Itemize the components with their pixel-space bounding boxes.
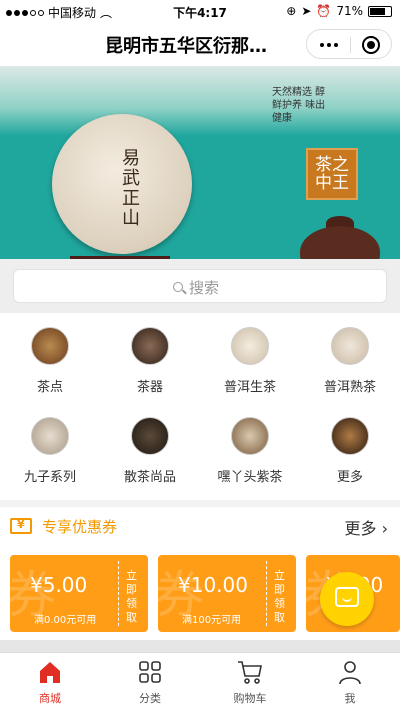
- category-item[interactable]: 九子系列: [0, 417, 100, 485]
- tab-label: 分类: [139, 692, 161, 705]
- category-label: 普洱生茶: [223, 380, 276, 395]
- chat-icon: [335, 587, 359, 607]
- coupon-amount: ¥5.00: [30, 573, 88, 597]
- tab-category[interactable]: 分类: [100, 659, 200, 706]
- search-area: 搜索: [0, 259, 400, 313]
- category-item[interactable]: 茶器: [100, 327, 200, 395]
- capsule-divider: [350, 37, 351, 53]
- banner-seal: 茶之中王: [306, 148, 358, 200]
- category-image: [131, 417, 169, 455]
- nav-bar: 昆明市五华区衍那…: [0, 22, 400, 66]
- tab-bar: 商城 分类 购物车 我: [0, 652, 400, 711]
- coupon-tag-icon: [10, 518, 32, 534]
- category-image: [131, 327, 169, 365]
- category-image: [31, 417, 69, 455]
- coupon-card[interactable]: 券 ¥5.00 满0.00元可用 立即领取: [10, 555, 148, 632]
- tea-cake-image: 易武正山: [52, 114, 192, 254]
- coupon-more-link[interactable]: 更多 ›: [344, 515, 388, 539]
- category-label: 九子系列: [23, 470, 76, 485]
- close-mini-program-icon[interactable]: [362, 36, 380, 54]
- category-label: 散茶尚品: [123, 470, 176, 485]
- product-preview-strip: [0, 640, 400, 652]
- user-icon: [300, 659, 400, 685]
- tab-label: 购物车: [233, 692, 267, 705]
- more-menu-icon[interactable]: [320, 43, 338, 47]
- coupon-more-label: 更多: [344, 519, 377, 538]
- chevron-right-icon: ›: [381, 519, 388, 538]
- mini-program-capsule: [306, 29, 392, 59]
- category-item[interactable]: 嘿丫头紫茶: [200, 417, 300, 485]
- coupon-condition: 满0.00元可用: [34, 615, 97, 626]
- tab-label: 商城: [39, 692, 61, 705]
- tab-label: 我: [344, 692, 356, 705]
- banner-carousel[interactable]: 易武正山 天然精选 醇鲜护养 味出健康 茶之中王: [0, 66, 400, 259]
- coupon-card[interactable]: 券 ¥10.00 满100元可用 立即领取: [158, 555, 296, 632]
- coupon-section-header: 专享优惠券 更多 ›: [0, 507, 400, 545]
- coupon-condition: 满100元可用: [182, 615, 242, 626]
- category-item[interactable]: 更多: [300, 417, 400, 485]
- lock-rotation-icon: ⊕: [286, 4, 297, 18]
- search-placeholder: 搜索: [189, 279, 220, 297]
- coupon-divider: [118, 561, 119, 626]
- category-image: [331, 327, 369, 365]
- teapot-image: [300, 226, 380, 259]
- coupon-claim-button[interactable]: 立即领取: [274, 569, 288, 625]
- category-image: [331, 417, 369, 455]
- category-image: [231, 327, 269, 365]
- category-label: 茶器: [136, 380, 163, 395]
- category-item[interactable]: 茶点: [0, 327, 100, 395]
- tea-cake-text: 易武正山: [122, 148, 140, 229]
- coupon-divider: [266, 561, 267, 626]
- category-image: [31, 327, 69, 365]
- alarm-icon: ⏰: [316, 4, 332, 18]
- category-label: 更多: [336, 470, 363, 485]
- status-bar: 中国移动 ︵ 下午4:17 ⊕ ➤ ⏰ 71%: [0, 0, 400, 22]
- coupon-amount: ¥10.00: [178, 573, 248, 597]
- location-icon: ➤: [301, 4, 312, 18]
- search-icon: [173, 282, 183, 292]
- coupon-section-title: 专享优惠券: [42, 518, 118, 536]
- category-item[interactable]: 普洱生茶: [200, 327, 300, 395]
- grid-icon: [100, 659, 200, 685]
- customer-service-button[interactable]: [320, 572, 374, 626]
- coupon-claim-button[interactable]: 立即领取: [126, 569, 140, 625]
- category-label: 茶点: [36, 380, 63, 395]
- battery-percent: 71%: [336, 4, 363, 18]
- search-input[interactable]: 搜索: [13, 269, 387, 303]
- tab-cart[interactable]: 购物车: [200, 659, 300, 706]
- category-image: [231, 417, 269, 455]
- category-item[interactable]: 普洱熟茶: [300, 327, 400, 395]
- home-icon: [0, 659, 100, 685]
- banner-sky: [0, 66, 400, 136]
- battery-icon: [368, 5, 392, 17]
- category-grid: 茶点 茶器 普洱生茶 普洱熟茶 九子系列 散茶尚品 嘿丫头紫茶 更多: [0, 313, 400, 500]
- category-label: 普洱熟茶: [323, 380, 376, 395]
- category-label: 嘿丫头紫茶: [217, 470, 283, 485]
- tab-me[interactable]: 我: [300, 659, 400, 706]
- tab-home[interactable]: 商城: [0, 659, 100, 706]
- page-title: 昆明市五华区衍那…: [105, 36, 267, 57]
- category-item[interactable]: 散茶尚品: [100, 417, 200, 485]
- cart-icon: [200, 659, 300, 685]
- banner-slogan: 天然精选 醇鲜护养 味出健康: [272, 87, 326, 124]
